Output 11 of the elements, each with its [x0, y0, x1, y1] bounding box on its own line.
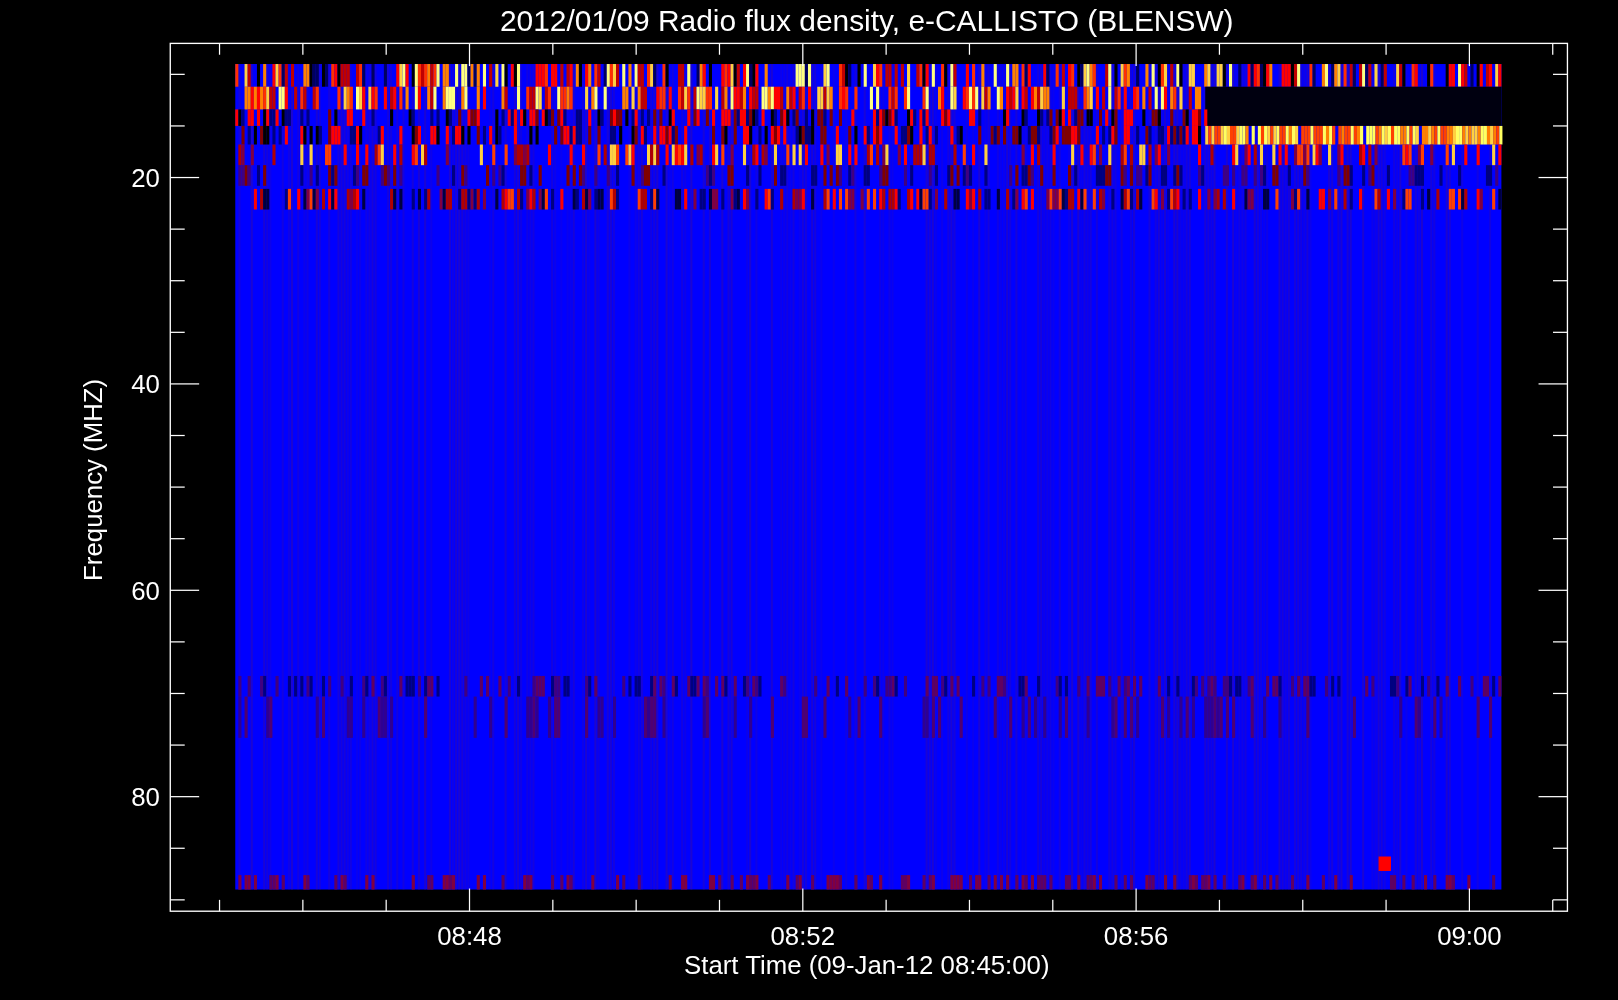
axis-tick-label: 08:52	[770, 922, 836, 951]
axis-tick-label: 40	[131, 370, 160, 399]
axis-tick-label: 20	[131, 163, 160, 192]
axis-tick-label: 08:48	[437, 922, 502, 951]
chart-title: 2012/01/09 Radio flux density, e-CALLISTO (BLENSW)	[500, 4, 1234, 37]
axis-tick-label: 80	[131, 782, 160, 811]
axis-title: Start Time (09-Jan-12 08:45:00)	[684, 951, 1050, 980]
axis-tick-label: 60	[131, 576, 160, 605]
axis-title: Frequency (MHZ)	[79, 378, 108, 581]
axis-tick-label: 09:00	[1437, 922, 1502, 951]
axis-tick-label: 08:56	[1103, 922, 1169, 951]
